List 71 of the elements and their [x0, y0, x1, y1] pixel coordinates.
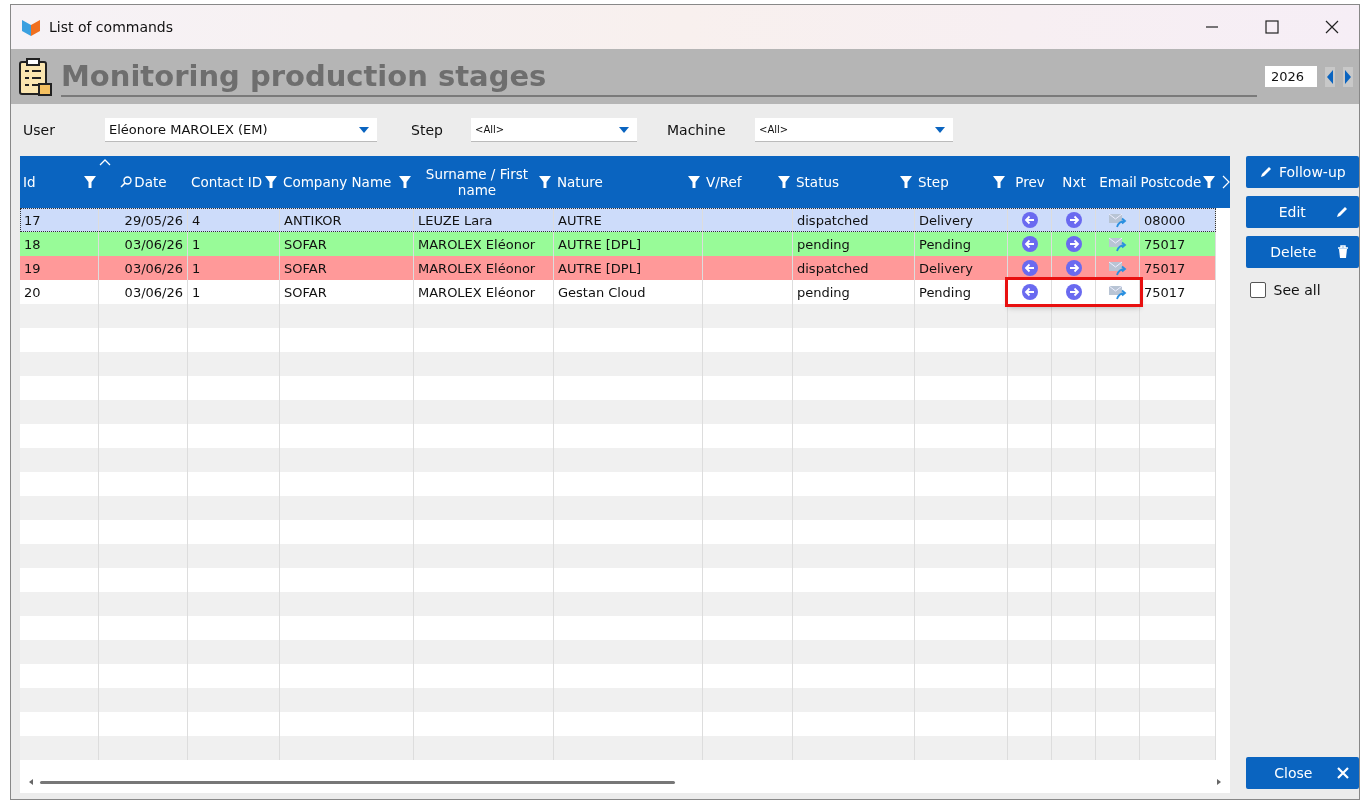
- envelope-arrow-icon[interactable]: [1108, 236, 1127, 252]
- page-title: Monitoring production stages: [61, 56, 1257, 97]
- envelope-arrow-icon[interactable]: [1108, 212, 1127, 228]
- column-header[interactable]: Company Name: [283, 174, 392, 190]
- filter-dropdown[interactable]: <All>: [755, 118, 953, 142]
- previous-step-icon[interactable]: [1021, 212, 1038, 228]
- dropdown-caret-icon[interactable]: [619, 126, 629, 133]
- dropdown-caret-icon[interactable]: [935, 126, 945, 133]
- column-header[interactable]: Prev: [1015, 174, 1045, 190]
- next-step-icon[interactable]: [1065, 236, 1082, 252]
- sort-caret-icon[interactable]: [99, 159, 111, 166]
- scroll-right-icon[interactable]: [1222, 175, 1230, 189]
- previous-step-icon[interactable]: [1021, 284, 1038, 300]
- close-icon[interactable]: [1325, 20, 1339, 34]
- column-header[interactable]: Nxt: [1062, 174, 1086, 190]
- app-logo-icon: [21, 17, 41, 37]
- envelope-arrow-icon[interactable]: [1108, 284, 1127, 300]
- filter-icon[interactable]: [993, 176, 1005, 188]
- column-header[interactable]: Nature: [557, 174, 603, 190]
- next-step-icon[interactable]: [1065, 212, 1082, 228]
- scroll-right-arrow-icon[interactable]: [1215, 779, 1222, 785]
- filter-icon[interactable]: [539, 176, 551, 188]
- filter-icon[interactable]: [84, 176, 96, 188]
- filter-dropdown[interactable]: <All>: [471, 118, 637, 142]
- column-header[interactable]: Contact ID: [191, 174, 263, 190]
- column-header[interactable]: Step: [918, 174, 949, 190]
- envelope-arrow-icon[interactable]: [1108, 260, 1127, 276]
- column-header[interactable]: Id: [23, 174, 36, 190]
- close-button[interactable]: Close: [1245, 757, 1359, 789]
- filter-icon[interactable]: [399, 176, 411, 188]
- next-step-icon[interactable]: [1065, 284, 1082, 300]
- pencil-icon: [1258, 165, 1273, 179]
- column-header[interactable]: V/Ref: [706, 174, 742, 190]
- filter-icon[interactable]: [688, 176, 700, 188]
- year-field[interactable]: 2026: [1265, 66, 1317, 87]
- search-icon[interactable]: [120, 176, 133, 188]
- column-header[interactable]: Date: [134, 174, 167, 190]
- filter-icon[interactable]: [1203, 176, 1216, 188]
- filter-label: Step: [411, 122, 444, 138]
- window-title: List of commands: [49, 19, 174, 35]
- previous-step-icon[interactable]: [1021, 236, 1038, 252]
- action-button[interactable]: Delete: [1245, 236, 1359, 268]
- trash-icon: [1337, 245, 1349, 259]
- pencil-icon: [1335, 205, 1349, 219]
- dropdown-caret-icon[interactable]: [359, 126, 369, 133]
- previous-step-icon[interactable]: [1021, 260, 1038, 276]
- scroll-left-arrow-icon[interactable]: [28, 779, 34, 785]
- clipboard-icon: [17, 56, 53, 97]
- column-header[interactable]: Postcode: [1140, 174, 1202, 190]
- next-year-icon[interactable]: [1343, 66, 1353, 87]
- column-header[interactable]: Email: [1099, 174, 1137, 190]
- filter-dropdown[interactable]: Eléonore MAROLEX (EM): [105, 118, 377, 142]
- maximize-icon[interactable]: [1265, 20, 1279, 34]
- filter-label: Machine: [667, 122, 727, 138]
- see-all-label: See all: [1273, 282, 1321, 298]
- table-row[interactable]: 17 29/05/26 4 ANTIKOR LEUZE Lara AUTRE dispatched Delivery 08000: [20, 208, 1216, 232]
- column-header[interactable]: Status: [796, 174, 840, 190]
- filter-icon[interactable]: [778, 176, 790, 188]
- table-row[interactable]: 18 03/06/26 1 SOFAR MAROLEX Eléonor AUTRE [DPL] pending Pending 75017: [20, 232, 1216, 256]
- next-step-icon[interactable]: [1065, 260, 1082, 276]
- action-button[interactable]: Edit: [1245, 196, 1359, 228]
- filter-icon[interactable]: [900, 176, 912, 188]
- action-button[interactable]: Follow-up: [1245, 156, 1359, 188]
- column-header[interactable]: Surname / First name: [417, 166, 537, 198]
- previous-year-icon[interactable]: [1325, 66, 1335, 87]
- filter-icon[interactable]: [265, 176, 277, 188]
- horizontal-scrollbar-thumb[interactable]: [40, 780, 675, 784]
- close-x-icon: [1337, 767, 1349, 779]
- see-all-checkbox[interactable]: [1249, 282, 1266, 298]
- filter-label: User: [23, 122, 56, 138]
- table-row[interactable]: 19 03/06/26 1 SOFAR MAROLEX Eléonor AUTRE [DPL] dispatched Delivery 75017: [20, 256, 1216, 280]
